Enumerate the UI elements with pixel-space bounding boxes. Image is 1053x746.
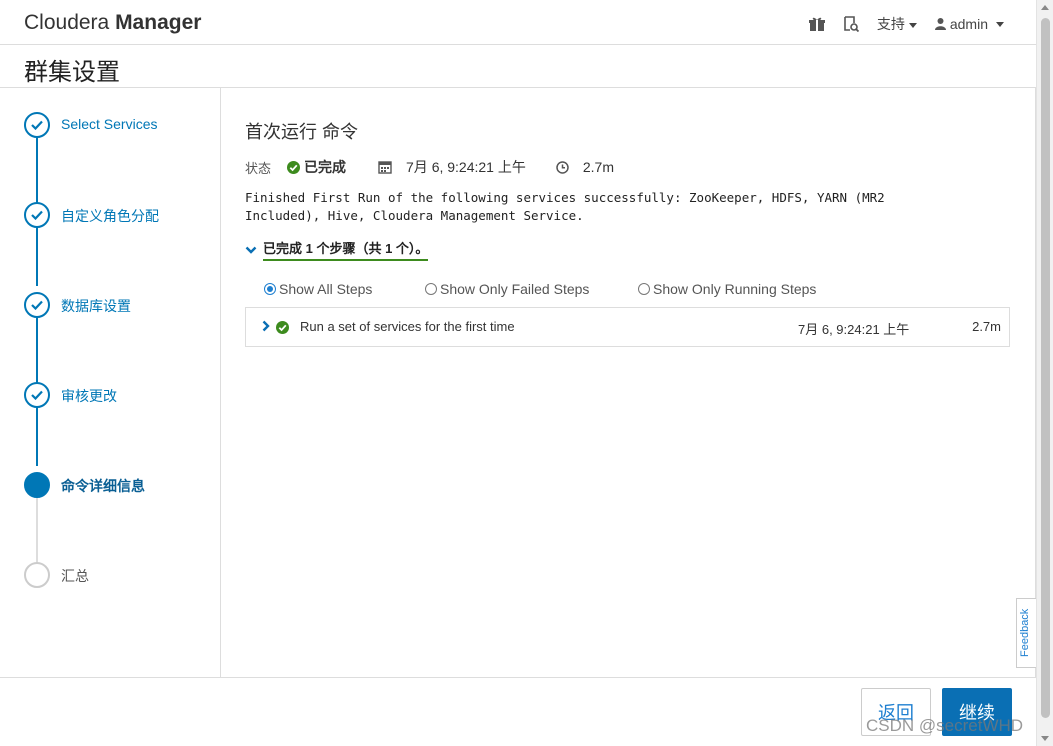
check-icon <box>24 202 50 228</box>
duration: 2.7m <box>556 159 614 175</box>
radio-unselected[interactable] <box>638 283 650 295</box>
top-navbar: Cloudera Manager 支持 admin <box>0 0 1036 45</box>
gift-icon[interactable] <box>808 16 825 32</box>
filter-all-steps[interactable]: Show All Steps <box>264 281 372 297</box>
radio-selected[interactable] <box>264 283 276 295</box>
active-step-icon <box>24 472 50 498</box>
filter-label: Show Only Running Steps <box>653 281 817 297</box>
check-icon <box>24 382 50 408</box>
radio-unselected[interactable] <box>425 283 437 295</box>
steps-summary-text: 已完成 1 个步骤（共 1 个）。 <box>263 238 429 261</box>
feedback-label: Feedback <box>1019 608 1031 657</box>
chevron-down-icon <box>908 22 917 28</box>
duration-value: 2.7m <box>582 159 614 175</box>
command-details-panel: 首次运行 命令 状态 已完成 7月 6, 9:24:21 上午 2.7m Fin… <box>221 88 1035 677</box>
page-title: 群集设置 <box>24 59 120 86</box>
brand-name: Cloudera <box>24 11 116 34</box>
wizard-step-role-assignment[interactable]: 自定义角色分配 <box>24 202 214 228</box>
user-icon <box>934 18 946 30</box>
wizard-step-database-setup[interactable]: 数据库设置 <box>24 292 214 318</box>
wizard-step-command-details[interactable]: 命令详细信息 <box>24 472 214 498</box>
step-connector <box>36 498 38 568</box>
command-status-row: 状态 已完成 7月 6, 9:24:21 上午 2.7m <box>245 157 644 177</box>
brand-logo[interactable]: Cloudera Manager <box>24 11 201 35</box>
clock-icon <box>556 160 569 174</box>
wizard-step-label: 审核更改 <box>61 388 117 404</box>
scroll-down-icon[interactable] <box>1041 736 1049 741</box>
scrollbar-thumb[interactable] <box>1041 18 1050 718</box>
status-label: 状态 <box>245 160 272 176</box>
search-doc-icon[interactable] <box>843 16 859 32</box>
table-row[interactable]: Run a set of services for the first time… <box>245 307 1010 347</box>
wizard-step-label: 命令详细信息 <box>61 478 145 494</box>
wizard-steps-sidebar: Select Services 自定义角色分配 数据库设置 审核更改 命令详细信… <box>0 88 221 677</box>
check-icon <box>24 112 50 138</box>
wizard-step-summary: 汇总 <box>24 562 214 588</box>
chevron-right-icon[interactable] <box>262 320 270 332</box>
wizard-step-label: 自定义角色分配 <box>61 208 159 224</box>
support-menu[interactable]: 支持 <box>877 14 917 34</box>
wizard-step-label: 数据库设置 <box>61 298 131 314</box>
check-icon <box>24 292 50 318</box>
wizard-step-select-services[interactable]: Select Services <box>24 112 214 138</box>
success-check-icon <box>276 321 289 334</box>
user-label: admin <box>949 16 988 32</box>
success-check-icon <box>287 160 301 174</box>
brand-name-bold: Manager <box>115 11 202 34</box>
wizard-frame: Select Services 自定义角色分配 数据库设置 审核更改 命令详细信… <box>0 87 1036 678</box>
start-time-value: 7月 6, 9:24:21 上午 <box>406 159 526 175</box>
status-badge: 已完成 <box>287 157 346 177</box>
watermark: CSDN @secretWHD <box>866 716 1024 735</box>
step-name: Run a set of services for the first time <box>300 319 515 334</box>
status-value: 已完成 <box>304 159 347 175</box>
chevron-down-icon <box>245 246 257 254</box>
user-menu[interactable]: admin <box>934 16 1004 32</box>
support-label: 支持 <box>876 16 905 32</box>
pending-step-icon <box>24 562 50 588</box>
scroll-up-icon[interactable] <box>1041 5 1049 10</box>
command-title: 首次运行 命令 <box>245 122 359 142</box>
filter-running-steps[interactable]: Show Only Running Steps <box>638 281 816 297</box>
feedback-tab[interactable]: Feedback <box>1016 598 1037 668</box>
calendar-icon <box>378 161 392 174</box>
wizard-step-label: 汇总 <box>61 568 89 584</box>
start-time: 7月 6, 9:24:21 上午 <box>378 157 526 177</box>
step-duration: 2.7m <box>972 319 1001 334</box>
chevron-down-icon <box>996 21 1004 27</box>
filter-label: Show Only Failed Steps <box>440 281 590 297</box>
vertical-scrollbar[interactable] <box>1036 0 1053 746</box>
filter-label: Show All Steps <box>279 281 373 297</box>
top-nav-actions: 支持 admin <box>808 14 1004 34</box>
wizard-step-label: Select Services <box>61 116 158 132</box>
filter-failed-steps[interactable]: Show Only Failed Steps <box>425 281 589 297</box>
step-time: 7月 6, 9:24:21 上午 <box>798 322 910 337</box>
steps-summary-toggle[interactable]: 已完成 1 个步骤（共 1 个）。 <box>245 238 429 261</box>
wizard-step-review-changes[interactable]: 审核更改 <box>24 382 214 408</box>
command-result-message: Finished First Run of the following serv… <box>245 190 885 223</box>
